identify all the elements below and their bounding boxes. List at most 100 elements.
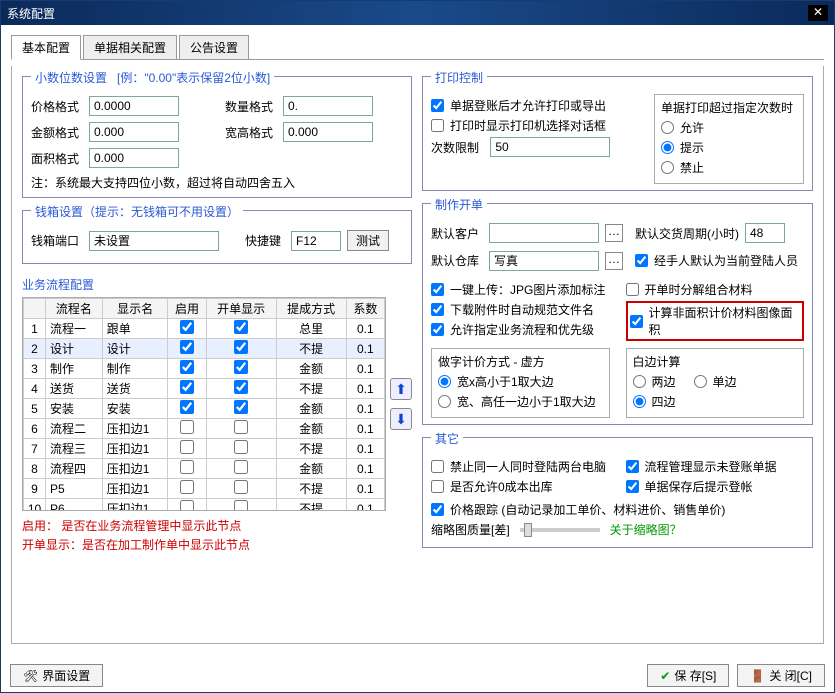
tab-bill[interactable]: 单据相关配置 <box>83 35 177 59</box>
enable-checkbox[interactable] <box>180 380 194 394</box>
enable-checkbox[interactable] <box>180 340 194 354</box>
print-after-post-checkbox[interactable] <box>431 99 444 112</box>
print-limit-input[interactable] <box>490 137 610 157</box>
close-icon[interactable]: ✕ <box>808 5 828 21</box>
def-cycle-input[interactable] <box>745 223 785 243</box>
show-checkbox[interactable] <box>234 480 248 494</box>
table-row[interactable]: 8流程四压扣边1金额0.1 <box>24 459 385 479</box>
table-row[interactable]: 10P6压扣边1不提0.1 <box>24 499 385 512</box>
table-row[interactable]: 4送货送货不提0.1 <box>24 379 385 399</box>
move-down-button[interactable]: ⬇ <box>390 408 412 430</box>
cell-enable[interactable] <box>168 319 206 339</box>
cell-enable[interactable] <box>168 339 206 359</box>
cell-show[interactable] <box>206 359 276 379</box>
wb-r1-radio[interactable] <box>633 375 646 388</box>
wb-r3-radio[interactable] <box>633 395 646 408</box>
cell-enable[interactable] <box>168 359 206 379</box>
cell-show[interactable] <box>206 459 276 479</box>
cell-show[interactable] <box>206 479 276 499</box>
close-button[interactable]: 🚪关 闭[C] <box>737 664 825 687</box>
show-checkbox[interactable] <box>234 340 248 354</box>
print-over-prompt-radio[interactable] <box>661 141 674 154</box>
enable-checkbox[interactable] <box>180 420 194 434</box>
table-row[interactable]: 3制作制作金额0.1 <box>24 359 385 379</box>
cell-show[interactable] <box>206 379 276 399</box>
cell-enable[interactable] <box>168 499 206 512</box>
cell-show[interactable] <box>206 419 276 439</box>
download-checkbox[interactable] <box>431 303 444 316</box>
table-row[interactable]: 5安装安装金额0.1 <box>24 399 385 419</box>
cell-enable[interactable] <box>168 399 206 419</box>
save-button[interactable]: ✔保 存[S] <box>647 664 729 687</box>
cell-enable[interactable] <box>168 459 206 479</box>
wb-r2-radio[interactable] <box>694 375 707 388</box>
cashbox-test-button[interactable]: 测试 <box>347 230 389 251</box>
calc-area-checkbox[interactable] <box>630 315 643 328</box>
enable-checkbox[interactable] <box>180 360 194 374</box>
enable-checkbox[interactable] <box>180 500 194 511</box>
show-checkbox[interactable] <box>234 500 248 511</box>
def-depot-input[interactable] <box>489 251 599 271</box>
other-c5-checkbox[interactable] <box>431 503 444 516</box>
table-row[interactable]: 2设计设计不提0.1 <box>24 339 385 359</box>
amt-fmt-input[interactable] <box>89 122 179 142</box>
enable-checkbox[interactable] <box>180 400 194 414</box>
show-checkbox[interactable] <box>234 360 248 374</box>
cell-disp: 安装 <box>102 399 168 419</box>
ui-settings-button[interactable]: 🛠界面设置 <box>10 664 103 687</box>
show-checkbox[interactable] <box>234 400 248 414</box>
print-over-forbid-radio[interactable] <box>661 161 674 174</box>
split-checkbox[interactable] <box>626 283 639 296</box>
flow-legend: 业务流程配置 <box>22 276 412 293</box>
vg-r2-radio[interactable] <box>438 395 451 408</box>
cell-enable[interactable] <box>168 439 206 459</box>
cell-show[interactable] <box>206 339 276 359</box>
price-fmt-input[interactable] <box>89 96 179 116</box>
move-up-button[interactable]: ⬆ <box>390 378 412 400</box>
qty-fmt-input[interactable] <box>283 96 373 116</box>
cell-enable[interactable] <box>168 419 206 439</box>
area-fmt-input[interactable] <box>89 148 179 168</box>
thumb-help-link[interactable]: 关于缩略图？ <box>610 521 682 538</box>
other-c4-checkbox[interactable] <box>626 480 639 493</box>
print-limit-label: 次数限制 <box>431 139 479 156</box>
cashbox-key-input[interactable] <box>291 231 341 251</box>
thumb-quality-slider[interactable] <box>520 528 600 532</box>
table-row[interactable]: 1流程一跟单总里0.1 <box>24 319 385 339</box>
cell-show[interactable] <box>206 499 276 512</box>
table-row[interactable]: 7流程三压扣边1不提0.1 <box>24 439 385 459</box>
tab-basic[interactable]: 基本配置 <box>11 35 81 60</box>
cell-enable[interactable] <box>168 479 206 499</box>
enable-checkbox[interactable] <box>180 460 194 474</box>
upload-checkbox[interactable] <box>431 283 444 296</box>
cashbox-port-input[interactable] <box>89 231 219 251</box>
enable-checkbox[interactable] <box>180 440 194 454</box>
show-checkbox[interactable] <box>234 420 248 434</box>
enable-checkbox[interactable] <box>180 320 194 334</box>
cell-enable[interactable] <box>168 379 206 399</box>
cell-show[interactable] <box>206 439 276 459</box>
print-over-allow-radio[interactable] <box>661 121 674 134</box>
def-depot-browse-button[interactable]: … <box>605 252 623 270</box>
vg-r1-radio[interactable] <box>438 375 451 388</box>
show-checkbox[interactable] <box>234 380 248 394</box>
def-cust-browse-button[interactable]: … <box>605 224 623 242</box>
table-row[interactable]: 6流程二压扣边1金额0.1 <box>24 419 385 439</box>
tab-notice[interactable]: 公告设置 <box>179 35 249 59</box>
handler-default-checkbox[interactable] <box>635 254 648 267</box>
cell-show[interactable] <box>206 399 276 419</box>
wh-fmt-input[interactable] <box>283 122 373 142</box>
other-c1-checkbox[interactable] <box>431 460 444 473</box>
enable-checkbox[interactable] <box>180 480 194 494</box>
print-dialog-checkbox[interactable] <box>431 119 444 132</box>
show-checkbox[interactable] <box>234 320 248 334</box>
other-c2-checkbox[interactable] <box>626 460 639 473</box>
allowbiz-checkbox[interactable] <box>431 323 444 336</box>
table-row[interactable]: 9P5压扣边1不提0.1 <box>24 479 385 499</box>
show-checkbox[interactable] <box>234 440 248 454</box>
price-fmt-label: 价格格式 <box>31 98 83 115</box>
def-cust-input[interactable] <box>489 223 599 243</box>
show-checkbox[interactable] <box>234 460 248 474</box>
cell-show[interactable] <box>206 319 276 339</box>
other-c3-checkbox[interactable] <box>431 480 444 493</box>
